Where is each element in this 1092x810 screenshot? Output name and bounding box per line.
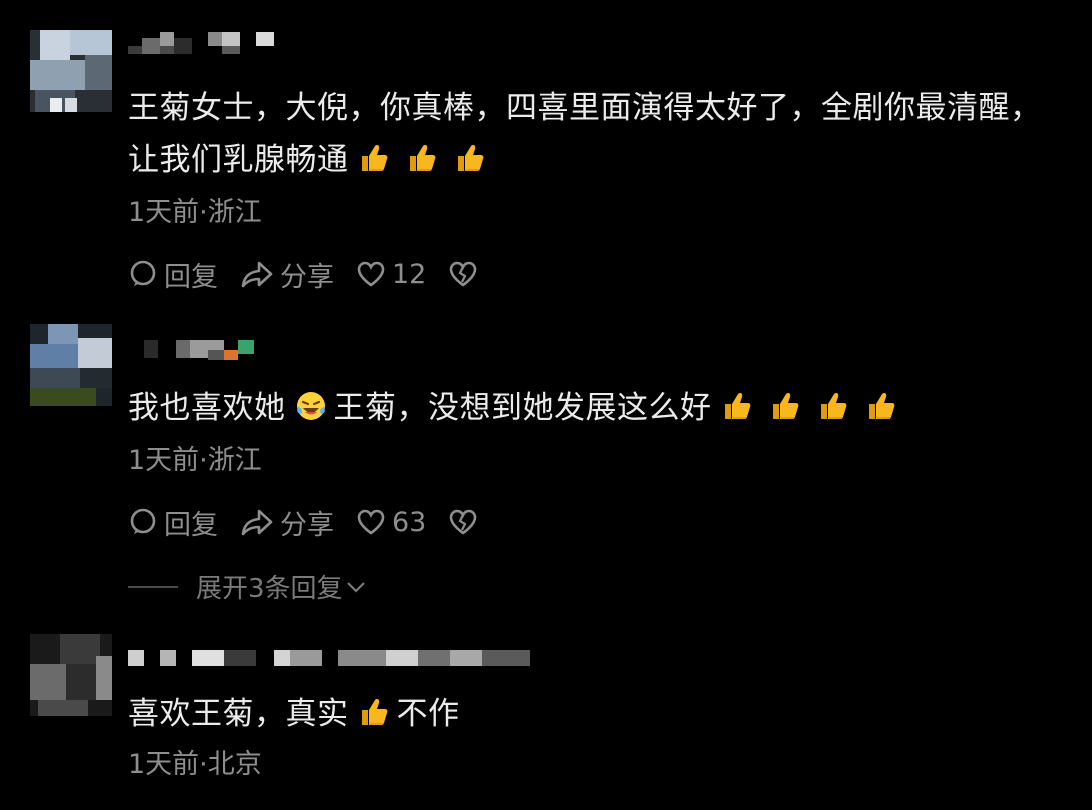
thumbs-up-icon bbox=[457, 145, 483, 171]
share-arrow-icon bbox=[241, 509, 273, 536]
avatar[interactable] bbox=[30, 324, 112, 406]
broken-heart-icon bbox=[450, 261, 477, 287]
like-count: 12 bbox=[392, 258, 427, 290]
comment-bubble-icon bbox=[130, 260, 156, 286]
comment-body: 喜欢王菊，真实 bbox=[128, 696, 349, 732]
thumbs-up-icon bbox=[820, 393, 846, 419]
avatar[interactable] bbox=[30, 30, 112, 112]
comment-bubble-icon bbox=[130, 508, 156, 534]
avatar[interactable] bbox=[30, 634, 112, 716]
thumbs-up-icon bbox=[772, 393, 798, 419]
comment-body-continued: 王菊，没想到她发展这么好 bbox=[333, 390, 712, 426]
comment-meta: 1天前·北京 bbox=[128, 749, 262, 780]
dislike-button[interactable] bbox=[448, 508, 484, 536]
reply-button[interactable]: 回复 bbox=[128, 503, 218, 542]
comment-meta: 1天前·浙江 bbox=[128, 445, 262, 476]
thumbs-up-icon bbox=[868, 393, 894, 419]
reply-label: 回复 bbox=[164, 509, 218, 541]
reply-button[interactable]: 回复 bbox=[128, 255, 218, 294]
comment-body-continued: 不作 bbox=[396, 696, 460, 732]
thumbs-up-icon bbox=[409, 145, 435, 171]
comment-body: 王菊女士，大倪，你真棒，四喜里面演得太好了，全剧你最清醒，让我们乳腺畅通 bbox=[128, 90, 1042, 178]
thumbs-up-icon bbox=[724, 393, 750, 419]
expand-replies-label: 展开3条回复 bbox=[196, 574, 343, 604]
comment-text: 我也喜欢她 王菊，没想到她发展这么好 bbox=[128, 382, 1058, 434]
heart-icon bbox=[357, 509, 385, 535]
chevron-down-icon bbox=[346, 581, 365, 593]
username-pixelated[interactable] bbox=[128, 338, 548, 360]
comment-body: 我也喜欢她 bbox=[128, 390, 286, 426]
expand-replies-button[interactable]: 展开3条回复 bbox=[128, 568, 367, 605]
like-count: 63 bbox=[392, 506, 427, 538]
share-button[interactable]: 分享 bbox=[240, 503, 334, 542]
thumbs-up-icon bbox=[361, 699, 387, 725]
comment-meta: 1天前·浙江 bbox=[128, 197, 262, 228]
comment-text: 喜欢王菊，真实 不作 bbox=[128, 688, 1058, 740]
action-bar: 回复 分享 12 bbox=[128, 255, 506, 294]
comment-item: 王菊女士，大倪，你真棒，四喜里面演得太好了，全剧你最清醒，让我们乳腺畅通 1天前… bbox=[0, 0, 1092, 310]
comment-text: 王菊女士，大倪，你真棒，四喜里面演得太好了，全剧你最清醒，让我们乳腺畅通 bbox=[128, 82, 1058, 186]
like-button[interactable]: 12 bbox=[356, 259, 426, 290]
share-label: 分享 bbox=[280, 509, 334, 541]
divider-line bbox=[128, 585, 178, 588]
laughing-tears-icon bbox=[296, 392, 325, 420]
like-button[interactable]: 63 bbox=[356, 507, 426, 538]
broken-heart-icon bbox=[450, 509, 477, 535]
dislike-button[interactable] bbox=[448, 260, 484, 288]
username-pixelated[interactable] bbox=[128, 648, 548, 670]
share-button[interactable]: 分享 bbox=[240, 255, 334, 294]
comment-item: 我也喜欢她 王菊，没想到她发展这么好 1天前·浙江 回复 分享 63 展开3条回复 bbox=[0, 310, 1092, 620]
share-arrow-icon bbox=[241, 261, 273, 288]
action-bar: 回复 分享 63 bbox=[128, 503, 506, 542]
username-pixelated[interactable] bbox=[128, 32, 548, 54]
comment-item: 喜欢王菊，真实 不作 1天前·北京 bbox=[0, 620, 1092, 810]
reply-label: 回复 bbox=[164, 261, 218, 293]
thumbs-up-icon bbox=[361, 145, 387, 171]
share-label: 分享 bbox=[280, 261, 334, 293]
heart-icon bbox=[357, 261, 385, 287]
